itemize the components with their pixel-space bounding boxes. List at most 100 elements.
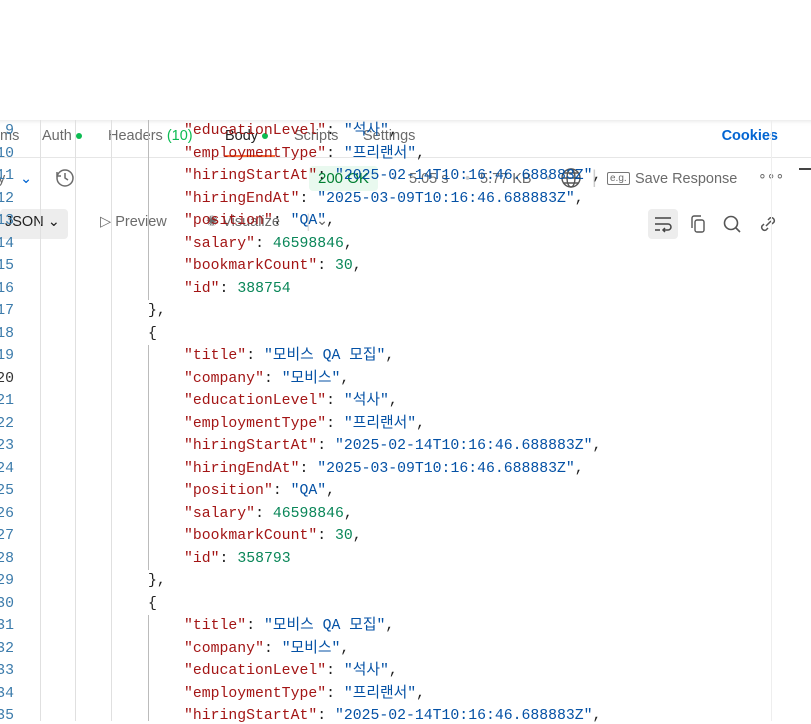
quote: " [263, 618, 273, 634]
indent-guide [111, 120, 112, 721]
line-number: 33 [0, 663, 14, 679]
quote: " [308, 168, 318, 184]
json-string-value: QA [299, 213, 318, 229]
quote: " [308, 258, 318, 274]
json-string-value: 2025-02-14T10:16:46.688883Z [343, 168, 584, 184]
quote: " [317, 190, 327, 207]
scrollbar[interactable] [771, 120, 811, 721]
json-number-value: 30 [334, 528, 353, 544]
brace: { [148, 325, 157, 342]
comma: , [385, 348, 395, 364]
json-number-value: 30 [334, 258, 353, 274]
json-key: employmentType [192, 685, 318, 702]
quote: " [184, 438, 193, 454]
quote: " [407, 685, 417, 702]
colon: : [317, 528, 335, 544]
quote: " [184, 640, 193, 657]
line-number: 11 [0, 168, 14, 184]
code-line: "educationLevel": "석사", [184, 663, 398, 679]
json-key: bookmarkCount [192, 528, 309, 544]
quote: " [376, 618, 386, 634]
json-key: employmentType [192, 145, 318, 162]
json-key: educationLevel [192, 663, 318, 679]
json-string-value: 석사 [352, 663, 380, 679]
brace: { [148, 595, 157, 612]
line-number: 29 [0, 573, 14, 589]
json-string-value: 모비스 [290, 370, 332, 387]
code-line: "position": "QA", [184, 213, 336, 229]
json-string-value: 석사 [352, 393, 380, 409]
colon: : [317, 168, 335, 184]
json-key: id [192, 280, 211, 297]
line-number: 32 [0, 640, 14, 657]
quote: " [308, 528, 318, 544]
json-key: hiringStartAt [192, 438, 309, 454]
code-line: "hiringEndAt": "2025-03-09T10:16:46.6888… [184, 190, 584, 207]
comma: , [388, 663, 398, 679]
quote: " [331, 640, 341, 657]
comma: , [326, 213, 336, 229]
colon: : [219, 550, 238, 567]
json-string-value: QA [299, 483, 318, 499]
json-string-value: 프리랜서 [352, 145, 408, 162]
json-key: title [192, 618, 238, 634]
quote: " [380, 393, 389, 409]
quote: " [210, 550, 220, 567]
quote: " [263, 483, 273, 499]
line-number: 19 [0, 348, 14, 364]
colon: : [272, 213, 291, 229]
quote: " [317, 145, 327, 162]
quote: " [184, 145, 193, 162]
code-line: "employmentType": "프리랜서", [184, 145, 425, 162]
json-number-value: 46598846 [272, 505, 344, 522]
line-number: 25 [0, 483, 14, 499]
colon: : [272, 483, 291, 499]
json-string-value: 프리랜서 [352, 685, 408, 702]
quote: " [317, 213, 327, 229]
code-line: "employmentType": "프리랜서", [184, 685, 425, 702]
code-line: "educationLevel": "석사", [184, 393, 398, 409]
code-line: "bookmarkCount": 30, [184, 258, 362, 274]
quote: " [281, 640, 291, 657]
json-key: hiringEndAt [192, 460, 291, 477]
json-string-value: 2025-02-14T10:16:46.688883Z [343, 708, 584, 724]
line-number: 21 [0, 393, 14, 409]
line-number: 16 [0, 280, 14, 297]
code-line: "title": "모비스 QA 모집", [184, 348, 395, 364]
line-number: 26 [0, 505, 14, 522]
colon: : [317, 438, 335, 454]
comma: , [326, 483, 336, 499]
active-indent-guide [148, 615, 149, 721]
code-line: "position": "QA", [184, 483, 336, 499]
quote: " [184, 415, 193, 432]
quote: " [343, 685, 353, 702]
quote: " [380, 123, 389, 139]
json-key: hiringStartAt [192, 168, 309, 184]
quote: " [380, 663, 389, 679]
colon: : [326, 123, 344, 139]
response-body-editor[interactable]: 9 "educationLevel": "석사", 10 "employmentTyp… [0, 120, 811, 724]
quote: " [317, 393, 327, 409]
colon: : [246, 618, 264, 634]
json-key: title [192, 348, 238, 364]
json-number-value: 358793 [237, 550, 291, 567]
comma: , [574, 460, 584, 477]
quote: " [317, 483, 327, 499]
json-number-value: 46598846 [272, 235, 344, 252]
colon: : [317, 258, 335, 274]
colon: : [326, 415, 344, 432]
json-string-value: 2025-03-09T10:16:46.688883Z [326, 190, 566, 207]
quote: " [308, 438, 318, 454]
quote: " [237, 618, 247, 634]
line-number: 27 [0, 528, 14, 544]
line-number: 13 [0, 213, 14, 229]
quote: " [317, 460, 327, 477]
quote: " [343, 415, 353, 432]
line-number: 18 [0, 325, 14, 342]
comma: , [416, 415, 425, 432]
json-string-value: 석사 [352, 123, 380, 139]
quote: " [343, 145, 353, 162]
colon: : [255, 505, 273, 522]
code-line: "title": "모비스 QA 모집", [184, 618, 394, 634]
quote: " [184, 190, 193, 207]
